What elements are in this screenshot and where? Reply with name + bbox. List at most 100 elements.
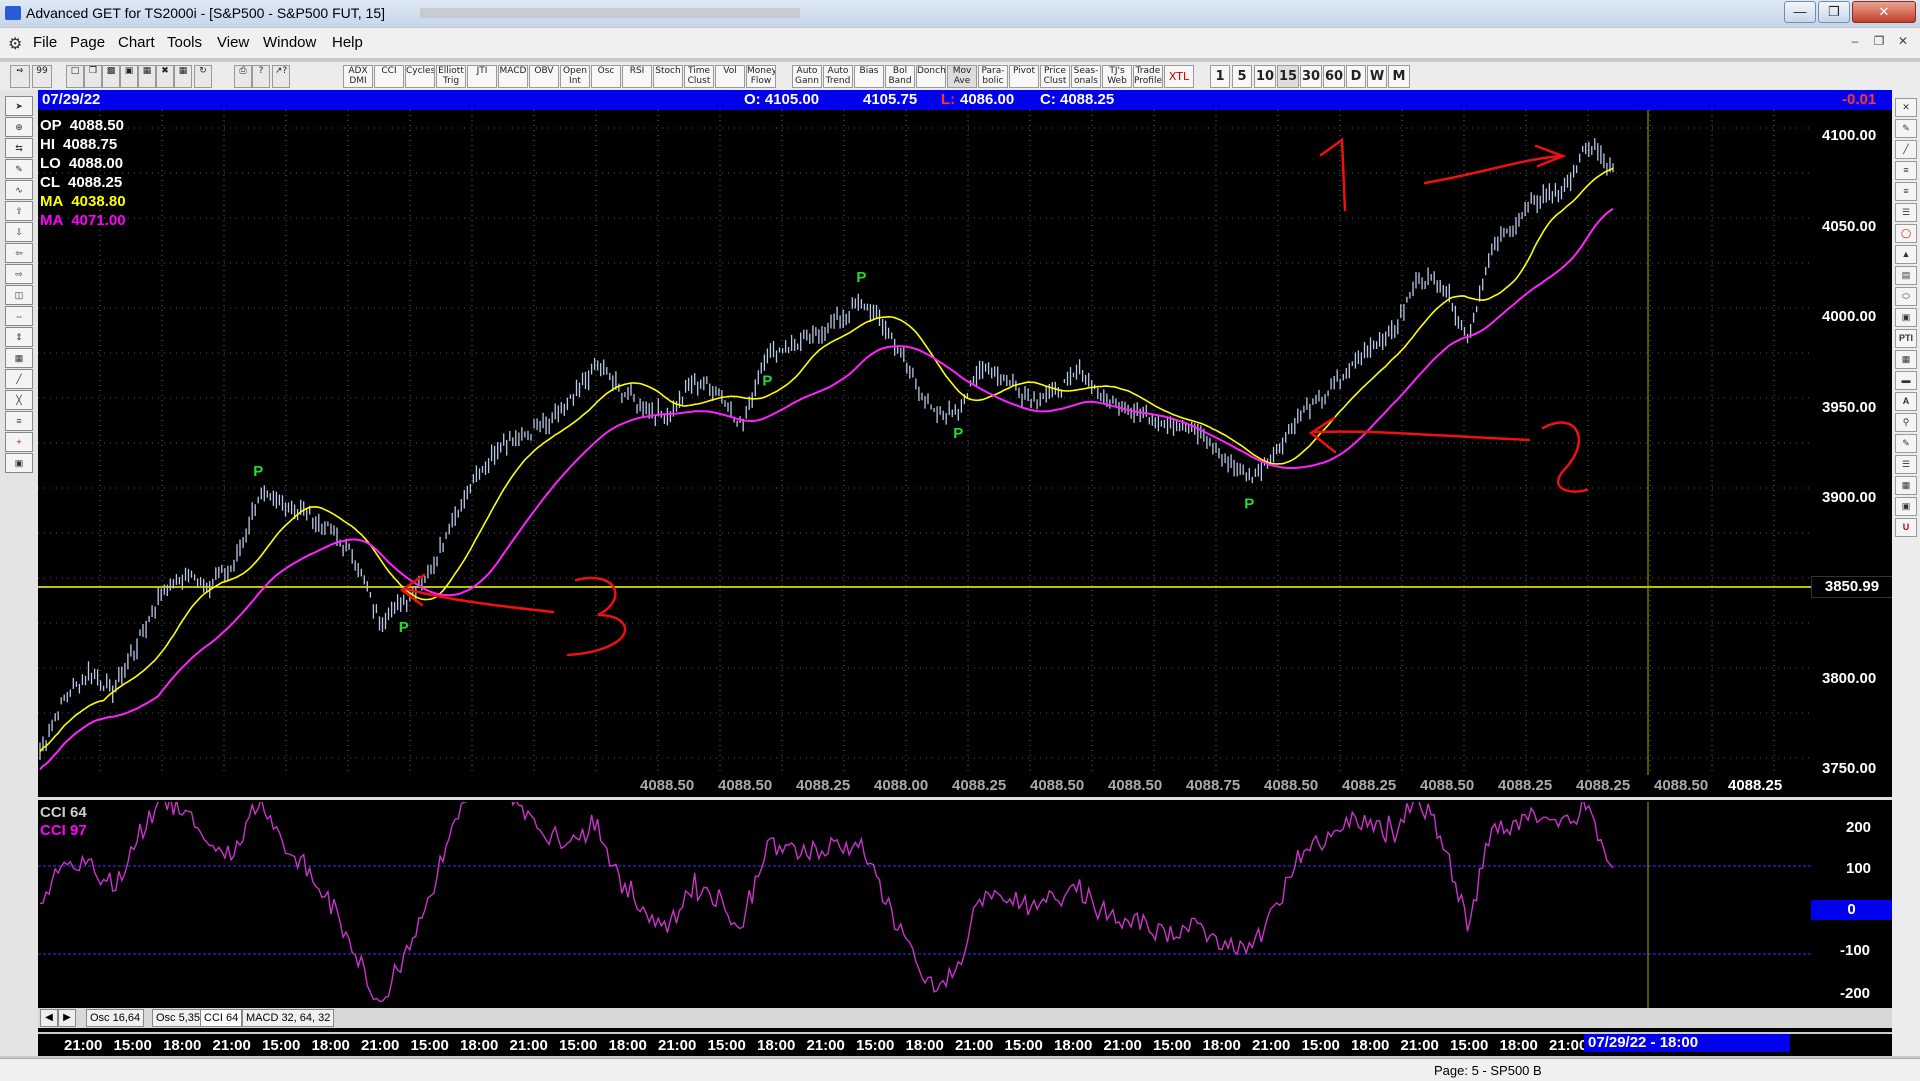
elliott-tool-icon[interactable]: ∿ bbox=[5, 180, 33, 200]
quote-tool-icon[interactable]: 99 bbox=[32, 65, 52, 88]
ellipse-tool-icon[interactable]: ⬭ bbox=[1895, 287, 1917, 306]
menu-file[interactable]: File bbox=[33, 34, 57, 51]
mdi-minimize-icon[interactable]: – bbox=[1846, 34, 1864, 50]
indicator-seasonals[interactable]: Seas- onals bbox=[1071, 65, 1101, 88]
arrow-right-icon[interactable]: ⇨ bbox=[5, 264, 33, 284]
menu-window[interactable]: Window bbox=[263, 34, 316, 51]
hint-icon[interactable]: ? bbox=[252, 65, 270, 88]
indicator-elliott-trig[interactable]: Elliott Trig bbox=[436, 65, 466, 88]
indicator-obv[interactable]: OBV bbox=[529, 65, 559, 88]
indicator-open-int[interactable]: Open Int bbox=[560, 65, 590, 88]
pti-tool-icon[interactable]: PTI bbox=[1895, 329, 1917, 348]
undo-tool-icon[interactable]: U bbox=[1895, 518, 1917, 537]
indicator-pivot[interactable]: Pivot bbox=[1009, 65, 1039, 88]
fib-time-tool-icon[interactable]: ☰ bbox=[1895, 203, 1917, 222]
tab-scroll-right-icon[interactable]: ▶ bbox=[58, 1009, 76, 1027]
indicator-price-clust[interactable]: Price Clust bbox=[1040, 65, 1070, 88]
arrange-icon[interactable]: ▦ bbox=[138, 65, 156, 88]
indicator-auto-gann[interactable]: Auto Gann bbox=[792, 65, 822, 88]
cci-chart[interactable] bbox=[38, 802, 1811, 1008]
box-tool-icon[interactable]: ▦ bbox=[5, 348, 33, 368]
indicator-jti[interactable]: JTI bbox=[467, 65, 497, 88]
pane-separator[interactable] bbox=[38, 797, 1892, 800]
menu-view[interactable]: View bbox=[217, 34, 249, 51]
fib-tool-icon[interactable]: ≡ bbox=[5, 411, 33, 431]
delete-tool-icon[interactable]: ✕ bbox=[1895, 98, 1917, 117]
expand-tool-icon[interactable]: ⇕ bbox=[5, 327, 33, 347]
tile-icon[interactable]: ▣ bbox=[120, 65, 138, 88]
indicator-vol[interactable]: Vol bbox=[715, 65, 745, 88]
indicator-stoch[interactable]: Stoch bbox=[653, 65, 683, 88]
box-draw-tool-icon[interactable]: ▣ bbox=[1895, 308, 1917, 327]
close-button[interactable]: ✕ bbox=[1852, 1, 1916, 23]
interval-m[interactable]: M bbox=[1388, 65, 1410, 88]
circle-tool-icon[interactable]: ◯ bbox=[1895, 224, 1917, 243]
tab-macd[interactable]: MACD 32, 64, 32 bbox=[242, 1009, 335, 1027]
erase-tool-icon[interactable]: ✎ bbox=[1895, 434, 1917, 453]
snapshot-tool-icon[interactable]: ▣ bbox=[5, 453, 33, 473]
fib-extension-tool-icon[interactable]: ≡ bbox=[1895, 182, 1917, 201]
magnify-tool-icon[interactable]: ⚲ bbox=[1895, 413, 1917, 432]
menu-page[interactable]: Page bbox=[70, 34, 105, 51]
interval-30[interactable]: 30 bbox=[1300, 65, 1322, 88]
indicator-auto-trend[interactable]: Auto Trend bbox=[823, 65, 853, 88]
minimize-button[interactable]: — bbox=[1784, 1, 1816, 23]
mdi-close-icon[interactable]: ✕ bbox=[1894, 34, 1912, 50]
interval-1[interactable]: 1 bbox=[1210, 65, 1230, 88]
calc-tool-icon[interactable]: ▦ bbox=[1895, 476, 1917, 495]
interval-d[interactable]: D bbox=[1346, 65, 1366, 88]
menu-tools[interactable]: Tools bbox=[167, 34, 202, 51]
app-menu-icon[interactable]: ⚙ bbox=[8, 34, 22, 53]
tab-osc-5-35[interactable]: Osc 5,35 bbox=[152, 1009, 205, 1027]
fan-tool-icon[interactable]: ▲ bbox=[1895, 245, 1917, 264]
indicator-trade-profile[interactable]: Trade Profile bbox=[1133, 65, 1163, 88]
bars-tool-icon[interactable]: ◫ bbox=[5, 285, 33, 305]
interval-5[interactable]: 5 bbox=[1232, 65, 1252, 88]
interval-60[interactable]: 60 bbox=[1323, 65, 1345, 88]
indicator-money-flow[interactable]: Money Flow bbox=[746, 65, 776, 88]
pencil-tool-icon[interactable]: ✎ bbox=[1895, 119, 1917, 138]
indicator-time-clust[interactable]: Time Clust bbox=[684, 65, 714, 88]
mob-tool-icon[interactable]: ▬ bbox=[1895, 371, 1917, 390]
interval-15[interactable]: 15 bbox=[1277, 65, 1299, 88]
indicator-donch[interactable]: Donch bbox=[916, 65, 946, 88]
fib-retrace-tool-icon[interactable]: ≡ bbox=[1895, 161, 1917, 180]
indicator-cycles[interactable]: Cycles bbox=[405, 65, 435, 88]
menu-chart[interactable]: Chart bbox=[118, 34, 155, 51]
list-tool-icon[interactable]: ☰ bbox=[1895, 455, 1917, 474]
reset-tool-icon[interactable]: ⇆ bbox=[5, 138, 33, 158]
indicator-bias[interactable]: Bias bbox=[854, 65, 884, 88]
indicator-parabolic[interactable]: Para- bolic bbox=[978, 65, 1008, 88]
indicator-macd[interactable]: MACD bbox=[498, 65, 528, 88]
indicator-cci[interactable]: CCI bbox=[374, 65, 404, 88]
gann-tool-icon[interactable]: ╳ bbox=[5, 390, 33, 410]
arrow-left-icon[interactable]: ⇦ bbox=[5, 243, 33, 263]
trendline-tool-icon[interactable]: ╱ bbox=[1895, 140, 1917, 159]
new-page-icon[interactable]: □ bbox=[66, 65, 84, 88]
indicator-osc[interactable]: Osc bbox=[591, 65, 621, 88]
crosshair-tool-icon[interactable]: + bbox=[5, 432, 33, 452]
grid-draw-tool-icon[interactable]: ▦ bbox=[1895, 350, 1917, 369]
menu-help[interactable]: Help bbox=[332, 34, 363, 51]
indicator-mov-ave[interactable]: Mov Ave bbox=[947, 65, 977, 88]
tab-osc-16-64[interactable]: Osc 16,64 bbox=[86, 1009, 145, 1027]
close-charts-icon[interactable]: ✖ bbox=[156, 65, 174, 88]
interval-10[interactable]: 10 bbox=[1254, 65, 1276, 88]
text-tool-icon[interactable]: A bbox=[1895, 392, 1917, 411]
whats-this-icon[interactable]: ↗? bbox=[272, 65, 290, 88]
indicator-rsi[interactable]: RSI bbox=[622, 65, 652, 88]
arrow-up-icon[interactable]: ⇧ bbox=[5, 201, 33, 221]
grid-icon[interactable]: ▦ bbox=[174, 65, 192, 88]
price-chart[interactable]: PPPPPP 1 2 3 bbox=[38, 110, 1811, 775]
study-tool-icon[interactable]: ✎ bbox=[5, 159, 33, 179]
indicator-adx-dmi[interactable]: ADX DMI bbox=[343, 65, 373, 88]
arrow-down-icon[interactable]: ⇩ bbox=[5, 222, 33, 242]
pointer-tool-icon[interactable]: ➺ bbox=[10, 65, 30, 88]
copy-page-icon[interactable]: ❐ bbox=[84, 65, 102, 88]
cursor-tool-icon[interactable]: ➤ bbox=[5, 96, 33, 116]
indicator-bol-band[interactable]: Bol Band bbox=[885, 65, 915, 88]
maximize-button[interactable]: ❐ bbox=[1818, 1, 1850, 23]
lines-tool-icon[interactable]: ╱ bbox=[5, 369, 33, 389]
stack-tool-icon[interactable]: ▣ bbox=[1895, 497, 1917, 516]
tab-scroll-left-icon[interactable]: ◀ bbox=[40, 1009, 58, 1027]
